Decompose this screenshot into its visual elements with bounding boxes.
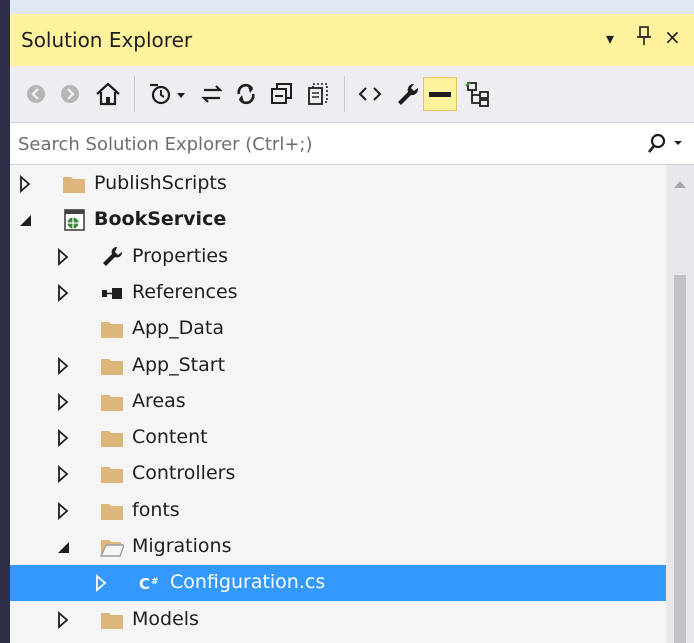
tree-item-label: Controllers — [132, 462, 236, 484]
forward-icon[interactable] — [54, 78, 86, 110]
home-icon[interactable] — [92, 78, 124, 110]
tree-item-label: BookService — [94, 208, 227, 230]
show-all-files-icon[interactable] — [302, 78, 334, 110]
folder-icon — [100, 390, 124, 414]
tree-item-label: Models — [132, 608, 199, 630]
collapsed-arrow-icon[interactable] — [54, 429, 72, 447]
tree-item-app-start[interactable]: App_Start — [10, 348, 666, 384]
tree-item-bookservice[interactable]: BookService — [10, 202, 666, 238]
window-edge — [0, 0, 10, 643]
collapsed-arrow-icon[interactable] — [16, 175, 34, 193]
preview-selected-items-icon[interactable] — [423, 77, 457, 111]
folder-icon — [100, 608, 124, 632]
solution-explorer-window: Solution Explorer ▾ × Search Solution Ex… — [0, 0, 694, 643]
view-code-icon[interactable] — [354, 78, 386, 110]
collapsed-arrow-icon[interactable] — [54, 284, 72, 302]
vertical-scrollbar[interactable] — [666, 165, 694, 643]
collapsed-arrow-icon[interactable] — [92, 574, 110, 592]
back-icon[interactable] — [20, 78, 52, 110]
tree-item-publishscripts[interactable]: PublishScripts — [10, 166, 666, 202]
tree-item-migrations[interactable]: Migrations — [10, 529, 666, 565]
expanded-arrow-icon[interactable] — [16, 211, 34, 229]
tree-item-fonts[interactable]: fonts — [10, 493, 666, 529]
refresh-icon[interactable] — [230, 78, 262, 110]
tree-item-label: App_Data — [132, 317, 224, 339]
collapsed-arrow-icon[interactable] — [54, 357, 72, 375]
auto-hide-pin-icon[interactable] — [636, 25, 652, 52]
tree-item-label: App_Start — [132, 354, 226, 376]
collapsed-arrow-icon[interactable] — [54, 248, 72, 266]
folder-icon — [100, 426, 124, 450]
scroll-thumb[interactable] — [674, 275, 686, 643]
properties-wrench-icon[interactable] — [392, 78, 424, 110]
class-diagram-icon[interactable] — [462, 78, 494, 110]
folder-icon — [62, 172, 86, 196]
web-project-icon — [62, 208, 86, 232]
folder-open-icon — [99, 535, 125, 559]
folder-icon — [100, 317, 124, 341]
tree-item-app-data[interactable]: App_Data — [10, 311, 666, 347]
tree-item-label: Migrations — [132, 535, 232, 557]
window-position-dropdown-icon[interactable]: ▾ — [606, 29, 614, 48]
collapsed-arrow-icon[interactable] — [54, 611, 72, 629]
folder-icon — [100, 354, 124, 378]
toolbar — [10, 66, 694, 122]
tree-item-label: Properties — [132, 245, 229, 267]
collapse-all-icon[interactable] — [266, 78, 298, 110]
scroll-up-icon[interactable] — [673, 179, 687, 189]
collapsed-arrow-icon[interactable] — [54, 465, 72, 483]
pin-icon — [637, 26, 651, 45]
tree-item-label: Areas — [132, 390, 186, 412]
close-icon[interactable]: × — [664, 25, 681, 49]
tree-item-controllers[interactable]: Controllers — [10, 456, 666, 492]
tree-item-configuration-cs[interactable]: C # Configuration.cs — [10, 565, 666, 601]
references-icon — [100, 281, 124, 305]
dropdown-arrow-icon[interactable] — [172, 78, 190, 110]
tree-item-label: PublishScripts — [94, 172, 227, 194]
panel-title: Solution Explorer — [21, 28, 193, 52]
tree-item-label: Configuration.cs — [170, 571, 326, 593]
csharp-file-icon: C # — [138, 571, 162, 595]
tree-item-models[interactable]: Models — [10, 602, 666, 638]
toolbar-separator — [344, 76, 345, 112]
tree-item-content[interactable]: Content — [10, 420, 666, 456]
wrench-icon — [100, 245, 124, 269]
tree-item-areas[interactable]: Areas — [10, 384, 666, 420]
solution-explorer-panel: Solution Explorer ▾ × Search Solution Ex… — [10, 14, 694, 643]
toolbar-separator — [134, 76, 135, 112]
tree-item-label: fonts — [132, 499, 180, 521]
sync-with-active-document-icon[interactable] — [196, 78, 228, 110]
folder-icon — [100, 499, 124, 523]
tree-item-label: Content — [132, 426, 208, 448]
expanded-arrow-icon[interactable] — [54, 538, 72, 556]
tree-item-label: References — [132, 281, 238, 303]
folder-icon — [100, 462, 124, 486]
collapsed-arrow-icon[interactable] — [54, 502, 72, 520]
search-input[interactable] — [18, 129, 638, 159]
collapsed-arrow-icon[interactable] — [54, 393, 72, 411]
svg-text:C: C — [139, 575, 150, 593]
search-box — [10, 122, 694, 165]
search-icon[interactable] — [644, 131, 684, 157]
solution-tree: PublishScripts BookService Properties Refer… — [10, 165, 666, 643]
svg-text:#: # — [151, 577, 159, 587]
tree-item-references[interactable]: References — [10, 275, 666, 311]
title-bar: Solution Explorer ▾ × — [10, 14, 694, 66]
tree-item-properties[interactable]: Properties — [10, 239, 666, 275]
